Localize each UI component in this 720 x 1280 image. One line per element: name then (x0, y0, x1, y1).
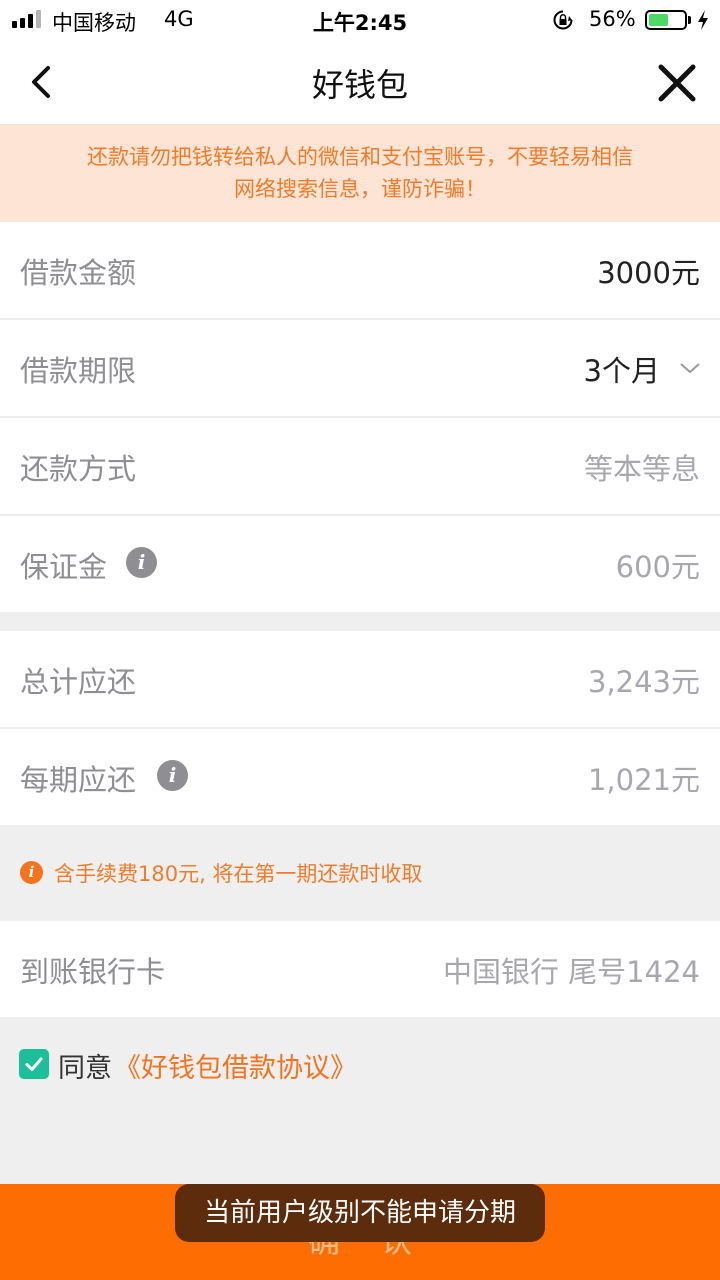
bank-card-value: 中国银行 尾号1424 (442, 955, 700, 989)
per-period-row: 每期应还 i 1,021元 (0, 729, 720, 825)
info-icon[interactable]: i (126, 547, 157, 578)
loan-amount-value: 3000元 (597, 256, 700, 290)
nav-bar: 好钱包 (0, 40, 720, 124)
bank-card-row[interactable]: 到账银行卡 中国银行 尾号1424 (0, 921, 720, 1017)
loan-term-value[interactable]: 3个月 (584, 348, 660, 390)
info-icon[interactable]: i (157, 760, 188, 791)
deposit-value: 600元 (615, 550, 700, 584)
agreement-row: 同意 《好钱包借款协议》 (0, 1018, 720, 1118)
deposit-row: 保证金 i 600元 (0, 516, 720, 612)
close-button[interactable] (656, 62, 698, 104)
total-repay-row: 总计应还 3,243元 (0, 631, 720, 727)
total-repay-value: 3,243元 (587, 665, 700, 699)
battery-tip (688, 16, 691, 24)
per-period-value: 1,021元 (587, 763, 700, 797)
info-icon: i (20, 861, 43, 884)
loan-amount-row: 借款金额 3000元 (0, 222, 720, 318)
repay-method-value: 等本等息 (583, 452, 700, 486)
toast-message: 当前用户级别不能申请分期 (175, 1184, 545, 1242)
warning-line-2: 网络搜索信息，谨防诈骗！ (234, 177, 486, 201)
per-period-label: 每期应还 (20, 763, 137, 797)
loan-term-label: 借款期限 (20, 354, 137, 388)
page-title: 好钱包 (311, 66, 408, 104)
warning-line-1: 还款请勿把钱转给私人的微信和支付宝账号，不要轻易相信 (87, 145, 633, 169)
deposit-label: 保证金 (20, 550, 108, 584)
chevron-down-icon[interactable] (678, 358, 702, 378)
loan-agreement-link[interactable]: 《好钱包借款协议》 (114, 1046, 357, 1085)
status-bar: 中国移动 4G 上午2:45 56% (0, 0, 720, 40)
fraud-warning-banner: 还款请勿把钱转给私人的微信和支付宝账号，不要轻易相信 网络搜索信息，谨防诈骗！ (0, 124, 720, 222)
battery-percent: 56% (589, 7, 636, 31)
rotation-lock-icon (553, 10, 573, 30)
bank-card-label: 到账银行卡 (20, 955, 166, 989)
fee-notice: i 含手续费180元, 将在第一期还款时收取 (0, 826, 720, 920)
repay-method-row: 还款方式 等本等息 (0, 418, 720, 514)
battery-icon (645, 10, 687, 30)
loan-term-row[interactable]: 借款期限 3个月 (0, 320, 720, 416)
agree-text: 同意 (58, 1053, 112, 1084)
loan-amount-label: 借款金额 (20, 256, 137, 290)
fee-notice-text: 含手续费180元, 将在第一期还款时收取 (54, 862, 423, 886)
total-repay-label: 总计应还 (20, 665, 137, 699)
charging-bolt-icon (698, 10, 708, 30)
agreement-checkbox[interactable] (19, 1049, 49, 1079)
repay-method-label: 还款方式 (20, 452, 137, 486)
